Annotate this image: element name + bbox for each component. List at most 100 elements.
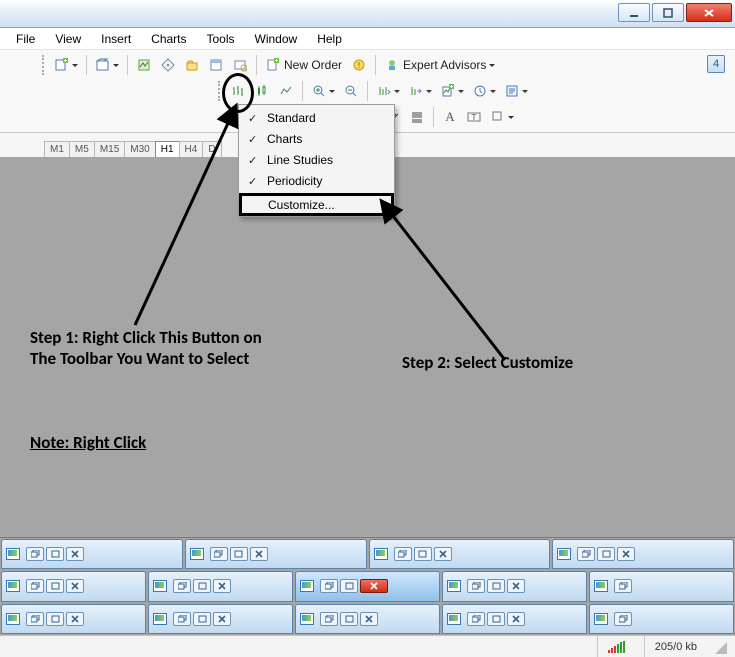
menu-help[interactable]: Help — [307, 30, 352, 48]
notifications-badge[interactable]: 4 — [707, 55, 725, 73]
mdi-maximize-button[interactable] — [340, 612, 358, 626]
mdi-child-window[interactable] — [552, 539, 734, 569]
context-item-standard[interactable]: ✓Standard — [241, 107, 392, 128]
mdi-restore-button[interactable] — [26, 579, 44, 593]
period-tab-m30[interactable]: M30 — [124, 141, 155, 157]
mdi-maximize-button[interactable] — [46, 612, 64, 626]
mdi-child-window[interactable] — [369, 539, 551, 569]
expert-advisors-button[interactable]: Expert Advisors — [381, 54, 498, 76]
terminal-button[interactable] — [205, 54, 227, 76]
mdi-child-window[interactable] — [442, 571, 587, 601]
menu-insert[interactable]: Insert — [91, 30, 141, 48]
mdi-close-button[interactable] — [507, 612, 525, 626]
mdi-maximize-button[interactable] — [193, 612, 211, 626]
menu-window[interactable]: Window — [245, 30, 308, 48]
mdi-maximize-button[interactable] — [193, 579, 211, 593]
mdi-restore-button[interactable] — [173, 612, 191, 626]
mdi-restore-button[interactable] — [467, 612, 485, 626]
mdi-maximize-button[interactable] — [487, 612, 505, 626]
mdi-close-button[interactable] — [617, 547, 635, 561]
mdi-child-window[interactable] — [295, 604, 440, 634]
templates-button[interactable] — [501, 80, 531, 102]
mdi-maximize-button[interactable] — [230, 547, 248, 561]
context-item-charts[interactable]: ✓Charts — [241, 128, 392, 149]
mdi-restore-button[interactable] — [614, 579, 632, 593]
mdi-maximize-button[interactable] — [46, 547, 64, 561]
mdi-restore-button[interactable] — [394, 547, 412, 561]
toolbar-grip[interactable] — [218, 81, 222, 101]
context-item-customize[interactable]: Customize... — [239, 193, 394, 216]
context-item-line-studies[interactable]: ✓Line Studies — [241, 149, 392, 170]
mdi-close-button[interactable] — [213, 579, 231, 593]
mdi-restore-button[interactable] — [210, 547, 228, 561]
mdi-child-window[interactable] — [148, 604, 293, 634]
zoom-in-button[interactable] — [308, 80, 338, 102]
zoom-out-button[interactable] — [340, 80, 362, 102]
toolbar-grip[interactable] — [42, 55, 46, 75]
candlestick-button[interactable] — [251, 80, 273, 102]
mdi-close-button[interactable] — [250, 547, 268, 561]
mdi-child-window[interactable] — [295, 571, 440, 601]
mdi-close-button[interactable] — [213, 612, 231, 626]
objects-button[interactable] — [487, 106, 517, 128]
mdi-child-window[interactable] — [148, 571, 293, 601]
line-chart-button[interactable] — [275, 80, 297, 102]
text-label-button[interactable]: T — [463, 106, 485, 128]
market-watch-button[interactable] — [133, 54, 155, 76]
meta-help-button[interactable]: ! — [348, 54, 370, 76]
periodicity-button[interactable] — [469, 80, 499, 102]
mdi-close-button[interactable] — [507, 579, 525, 593]
mdi-child-window[interactable] — [1, 571, 146, 601]
mdi-restore-button[interactable] — [26, 547, 44, 561]
period-tab-m1[interactable]: M1 — [44, 141, 70, 157]
window-minimize-button[interactable] — [618, 3, 650, 22]
fibonacci-button[interactable] — [406, 106, 428, 128]
mdi-restore-button[interactable] — [467, 579, 485, 593]
period-tab-m15[interactable]: M15 — [94, 141, 125, 157]
period-tab-d[interactable]: D — [202, 141, 221, 157]
new-chart-button[interactable] — [51, 54, 81, 76]
menu-file[interactable]: File — [6, 30, 45, 48]
context-item-periodicity[interactable]: ✓Periodicity — [241, 170, 392, 191]
data-window-button[interactable] — [181, 54, 203, 76]
mdi-child-window[interactable] — [1, 604, 146, 634]
mdi-restore-button[interactable] — [577, 547, 595, 561]
mdi-maximize-button[interactable] — [597, 547, 615, 561]
mdi-close-button[interactable] — [360, 579, 388, 593]
mdi-restore-button[interactable] — [26, 612, 44, 626]
period-tab-h1[interactable]: H1 — [155, 141, 180, 157]
mdi-restore-button[interactable] — [614, 612, 632, 626]
mdi-close-button[interactable] — [66, 579, 84, 593]
period-tab-h4[interactable]: H4 — [179, 141, 204, 157]
chart-shift-button[interactable] — [405, 80, 435, 102]
mdi-child-window[interactable] — [1, 539, 183, 569]
resize-grip[interactable] — [713, 640, 727, 654]
menu-tools[interactable]: Tools — [197, 30, 245, 48]
navigator-button[interactable] — [157, 54, 179, 76]
mdi-maximize-button[interactable] — [46, 579, 64, 593]
menu-charts[interactable]: Charts — [141, 30, 196, 48]
period-tab-m5[interactable]: M5 — [69, 141, 95, 157]
bar-chart-button[interactable] — [227, 80, 249, 102]
text-tool-button[interactable]: A — [439, 106, 461, 128]
auto-scroll-button[interactable] — [373, 80, 403, 102]
menu-view[interactable]: View — [45, 30, 91, 48]
mdi-close-button[interactable] — [360, 612, 378, 626]
indicators-button[interactable] — [437, 80, 467, 102]
mdi-child-window[interactable] — [589, 604, 734, 634]
new-order-button[interactable]: New Order — [262, 54, 346, 76]
mdi-close-button[interactable] — [66, 547, 84, 561]
mdi-close-button[interactable] — [66, 612, 84, 626]
mdi-child-window[interactable] — [185, 539, 367, 569]
mdi-maximize-button[interactable] — [414, 547, 432, 561]
window-maximize-button[interactable] — [652, 3, 684, 22]
profile-button[interactable] — [92, 54, 122, 76]
mdi-maximize-button[interactable] — [487, 579, 505, 593]
mdi-maximize-button[interactable] — [340, 579, 358, 593]
mdi-restore-button[interactable] — [173, 579, 191, 593]
mdi-close-button[interactable] — [434, 547, 452, 561]
mdi-child-window[interactable] — [442, 604, 587, 634]
mdi-child-window[interactable] — [589, 571, 734, 601]
mdi-restore-button[interactable] — [320, 612, 338, 626]
window-close-button[interactable] — [686, 3, 732, 22]
